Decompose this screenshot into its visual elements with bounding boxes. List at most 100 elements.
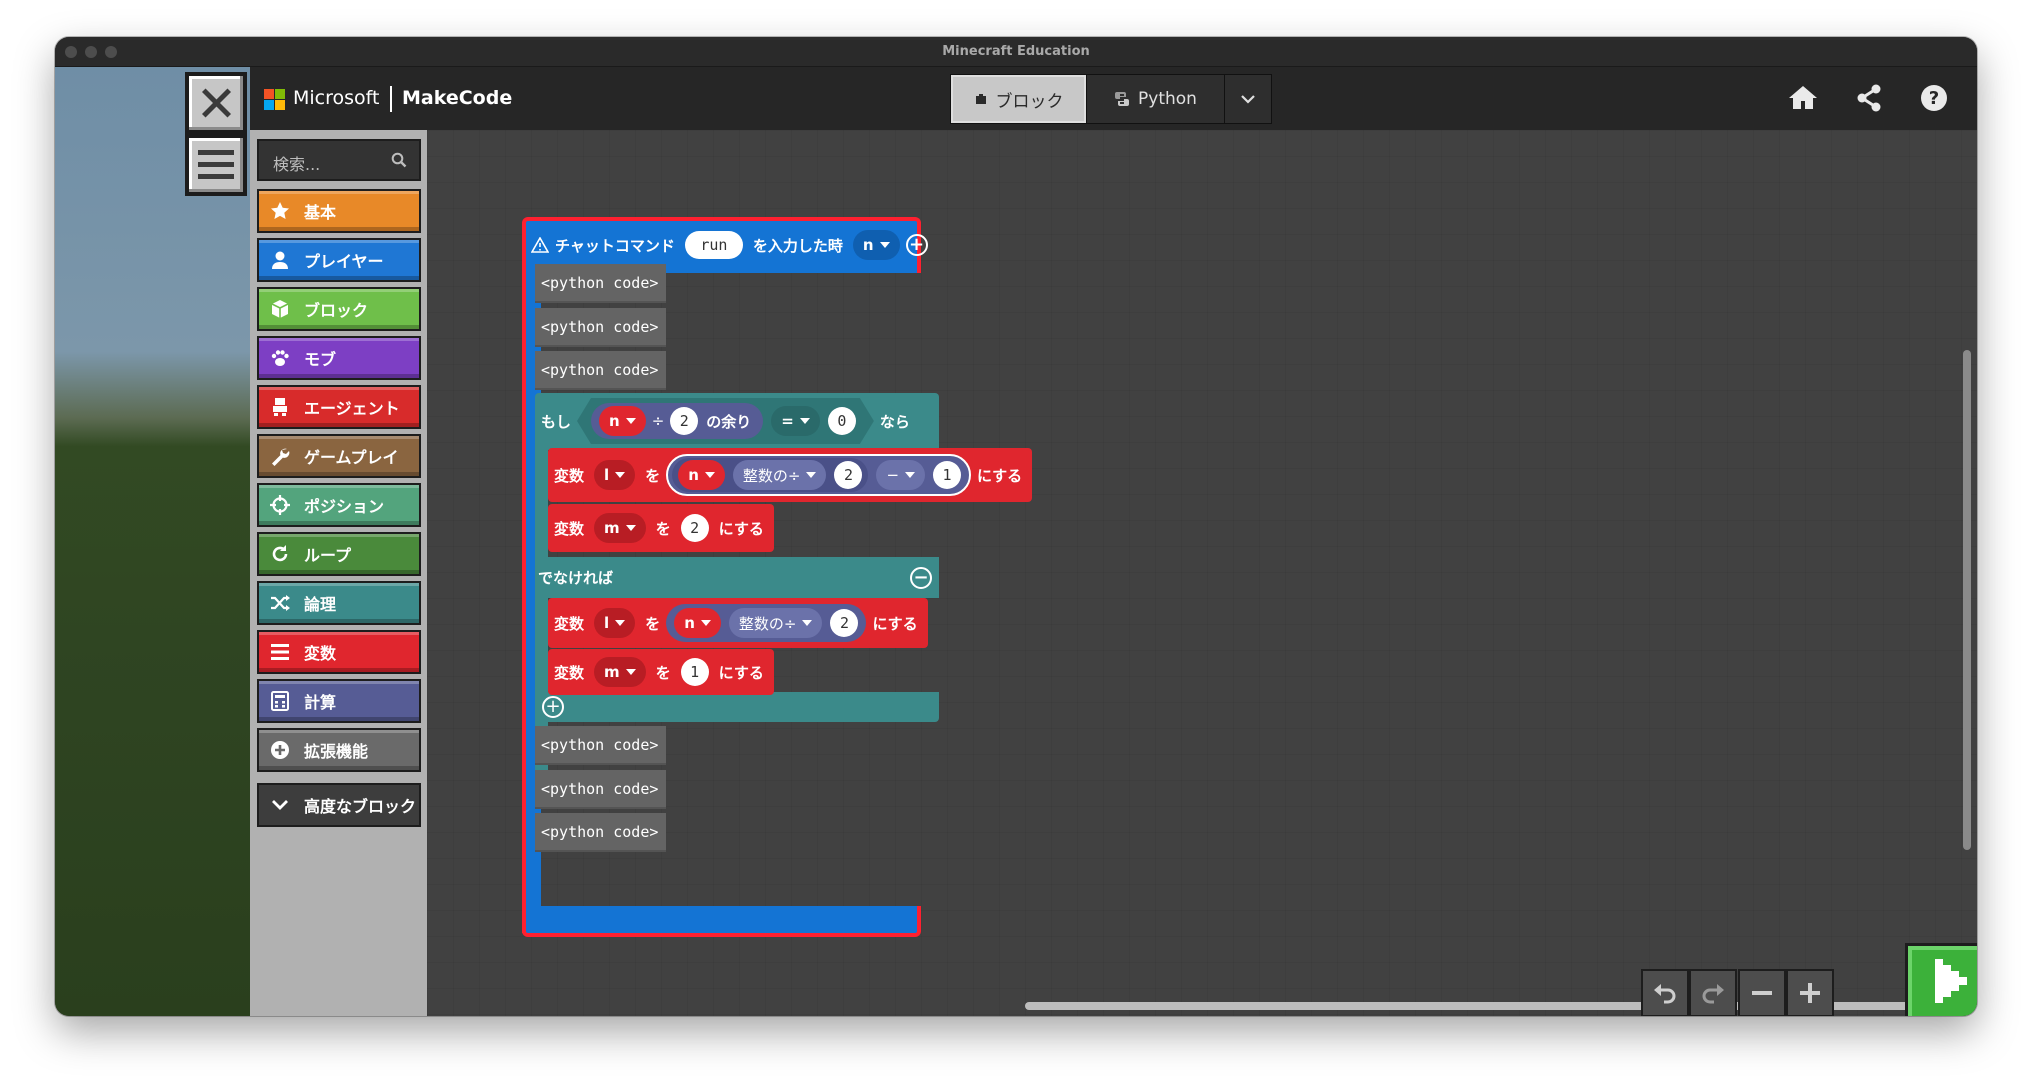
- operator-arg-input[interactable]: 1: [933, 461, 962, 489]
- minus-icon: [1752, 991, 1772, 995]
- caret-down-icon: [800, 418, 810, 424]
- remainder-block[interactable]: n ÷ 2 の余り: [591, 403, 763, 439]
- blocks-mode-button[interactable]: ブロック: [951, 75, 1087, 123]
- variable-n-reporter[interactable]: n: [678, 460, 725, 490]
- value-input[interactable]: 1: [680, 658, 709, 686]
- category-blocks[interactable]: ブロック: [257, 287, 421, 331]
- function-arg-input[interactable]: 2: [830, 609, 859, 637]
- category-extensions[interactable]: 拡張機能: [257, 728, 421, 772]
- category-player[interactable]: プレイヤー: [257, 238, 421, 282]
- set-variable-block[interactable]: 変数 l を n 整数の÷ 2 − 1 にする: [548, 448, 1033, 502]
- variable-n-reporter[interactable]: n: [599, 406, 646, 436]
- category-math[interactable]: 計算: [257, 679, 421, 723]
- undo-icon: [1654, 984, 1676, 1004]
- chevron-down-icon: [1241, 95, 1255, 104]
- subtract-block[interactable]: n 整数の÷ 2 − 1: [666, 454, 972, 496]
- search-input[interactable]: 検索...: [273, 151, 320, 175]
- variable-n-reporter[interactable]: n: [674, 608, 721, 638]
- run-code-button[interactable]: [1905, 943, 1977, 1016]
- operator-dropdown[interactable]: −: [876, 460, 926, 490]
- add-else-if-icon[interactable]: +: [542, 696, 564, 718]
- category-gameplay[interactable]: ゲームプレイ: [257, 434, 421, 478]
- category-label: 拡張機能: [304, 742, 369, 761]
- python-code-block[interactable]: <python code>: [535, 726, 666, 765]
- math-function-dropdown[interactable]: 整数の÷: [732, 460, 827, 490]
- comparison-block[interactable]: n ÷ 2 の余り = 0: [577, 398, 874, 444]
- loop-icon: [270, 544, 290, 564]
- compare-value-input[interactable]: 0: [828, 407, 856, 435]
- variable-dropdown[interactable]: m: [594, 657, 646, 687]
- caret-down-icon: [615, 472, 626, 478]
- share-icon[interactable]: [1852, 81, 1886, 115]
- else-label: でなければ: [538, 569, 614, 587]
- python-code-block[interactable]: <python code>: [535, 770, 666, 809]
- python-code-block[interactable]: <python code>: [535, 308, 666, 347]
- toolbox-search[interactable]: 検索...: [257, 139, 421, 181]
- function-arg-input[interactable]: 2: [834, 461, 863, 489]
- category-agent[interactable]: エージェント: [257, 385, 421, 429]
- category-mobs[interactable]: モブ: [257, 336, 421, 380]
- set-variable-block[interactable]: 変数 m を 1 にする: [548, 649, 774, 695]
- language-dropdown-button[interactable]: [1225, 75, 1271, 123]
- set-label: 変数: [554, 519, 585, 538]
- advanced-blocks-label: 高度なブロック: [304, 797, 417, 816]
- category-logic[interactable]: 論理: [257, 581, 421, 625]
- set-label: 変数: [554, 614, 585, 633]
- divisor-input[interactable]: 2: [670, 407, 698, 435]
- category-basic[interactable]: 基本: [257, 189, 421, 233]
- remove-else-icon[interactable]: −: [910, 567, 932, 589]
- python-icon: [1115, 92, 1130, 106]
- blocks-workspace[interactable]: チャットコマンド run を入力した時 n + <python code> <p…: [427, 130, 1977, 1016]
- category-variables[interactable]: 変数: [257, 630, 421, 674]
- add-parameter-icon[interactable]: +: [905, 234, 928, 256]
- variable-dropdown[interactable]: l: [594, 460, 636, 490]
- star-icon: [270, 201, 290, 221]
- category-positions[interactable]: ポジション: [257, 483, 421, 527]
- param-dropdown[interactable]: n: [852, 230, 900, 260]
- caret-down-icon: [625, 669, 636, 675]
- help-icon[interactable]: ?: [1917, 81, 1951, 115]
- value-input[interactable]: 2: [680, 514, 709, 542]
- cube-icon: [270, 299, 290, 319]
- set-label: 変数: [554, 663, 585, 682]
- category-label: ポジション: [304, 497, 385, 516]
- to-label: を: [655, 519, 671, 538]
- category-loops[interactable]: ループ: [257, 532, 421, 576]
- python-code-block[interactable]: <python code>: [535, 813, 666, 852]
- category-label: ゲームプレイ: [304, 448, 399, 467]
- zoom-in-button[interactable]: [1786, 969, 1834, 1016]
- math-function-dropdown[interactable]: 整数の÷: [728, 608, 823, 638]
- integer-divide-block[interactable]: n 整数の÷ 2: [666, 604, 867, 642]
- category-label: 計算: [304, 693, 337, 712]
- redo-button[interactable]: [1689, 969, 1737, 1016]
- paw-icon: [270, 348, 290, 368]
- home-icon[interactable]: [1786, 81, 1820, 115]
- header-divider: [390, 86, 392, 112]
- python-mode-button[interactable]: Python: [1087, 75, 1225, 123]
- makecode-label[interactable]: MakeCode: [402, 87, 512, 109]
- to-label: を: [645, 466, 661, 485]
- compare-operator-dropdown[interactable]: =: [771, 406, 820, 436]
- undo-button[interactable]: [1641, 969, 1689, 1016]
- redo-icon: [1702, 984, 1724, 1004]
- minecraft-menu-button[interactable]: [185, 134, 247, 196]
- python-mode-label: Python: [1138, 89, 1197, 109]
- set-variable-block[interactable]: 変数 l を n 整数の÷ 2 にする: [548, 598, 928, 648]
- blocks-mode-label: ブロック: [995, 91, 1064, 112]
- python-code-block[interactable]: <python code>: [535, 351, 666, 390]
- close-makecode-button[interactable]: [185, 72, 247, 134]
- variable-dropdown[interactable]: l: [594, 608, 636, 638]
- chat-command-input[interactable]: run: [684, 231, 743, 259]
- variable-dropdown[interactable]: m: [594, 513, 646, 543]
- toolbox: 検索... 基本 プレイヤー ブロック モブ エージェント ゲームプレイ ポジシ…: [250, 130, 427, 1016]
- advanced-blocks-toggle[interactable]: 高度なブロック: [257, 783, 421, 827]
- then-label: なら: [879, 412, 910, 431]
- python-code-block[interactable]: <python code>: [535, 264, 666, 303]
- editor-mode-toggle: ブロック Python: [950, 74, 1272, 124]
- set-variable-block[interactable]: 変数 m を 2 にする: [548, 504, 774, 552]
- category-label: プレイヤー: [304, 252, 384, 271]
- vertical-scrollbar[interactable]: [1963, 350, 1971, 850]
- integer-divide-block[interactable]: n 整数の÷ 2: [672, 458, 869, 492]
- zoom-out-button[interactable]: [1738, 969, 1786, 1016]
- caret-down-icon: [704, 472, 715, 478]
